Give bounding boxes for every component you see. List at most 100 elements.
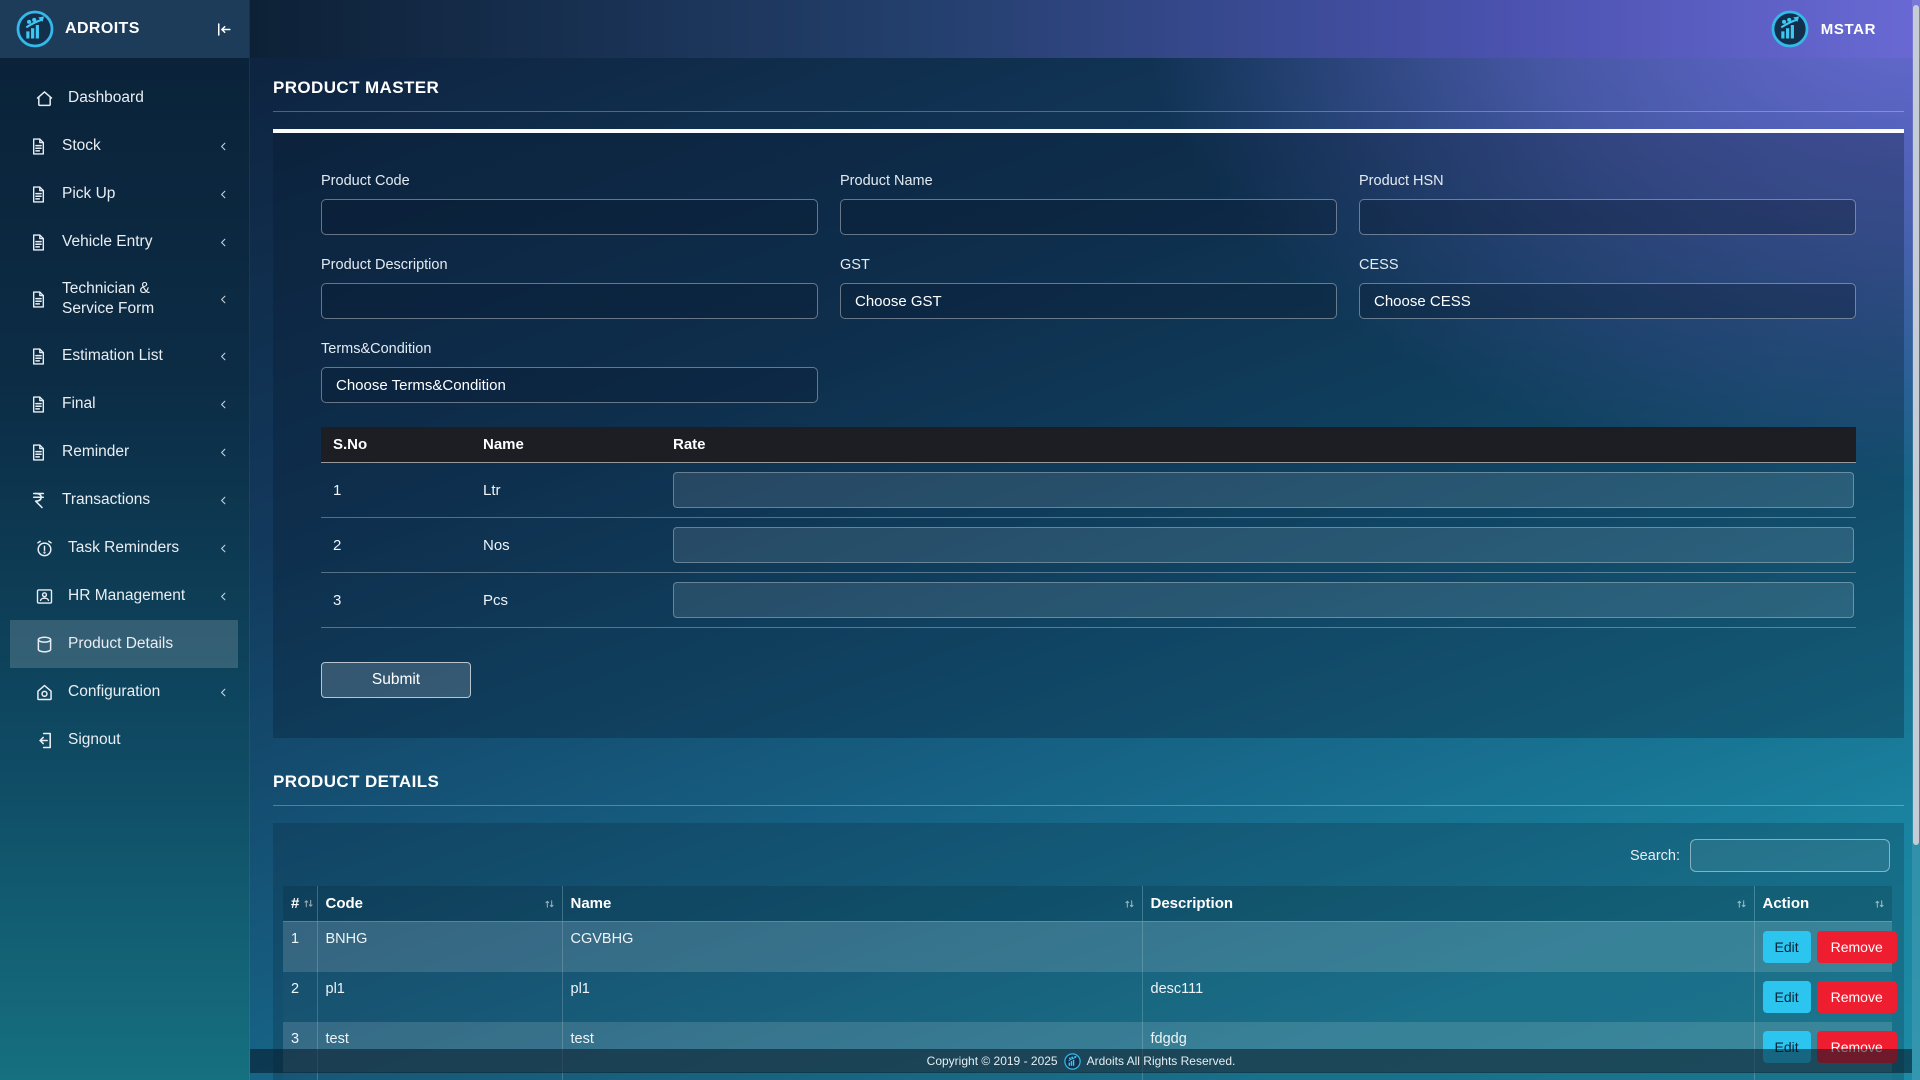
- chevron-left-icon[interactable]: [217, 188, 230, 201]
- sidebar-item-label: Final: [62, 394, 96, 414]
- unit-rate-input[interactable]: [673, 582, 1854, 618]
- sidebar-item-label: HR Management: [68, 586, 185, 606]
- gst-field: GST Choose GST: [840, 257, 1337, 319]
- chevron-left-icon[interactable]: [217, 140, 230, 153]
- cell-description: [1142, 1072, 1754, 1080]
- table-row: 1BNHGCGVBHGEditRemove: [283, 922, 1892, 973]
- sidebar-item-label: Estimation List: [62, 346, 163, 366]
- chevron-left-icon[interactable]: [217, 293, 230, 306]
- sidebar-item-product-details[interactable]: Product Details: [10, 620, 238, 668]
- sort-icon[interactable]: [1873, 897, 1886, 910]
- database-icon: [33, 633, 55, 655]
- scrollbar-thumb[interactable]: [1913, 5, 1919, 845]
- table-row: 4121212121121EditRemove: [283, 1072, 1892, 1080]
- product-table-header-row: #CodeNameDescriptionAction: [283, 886, 1892, 922]
- product-hsn-input[interactable]: [1359, 199, 1856, 235]
- collapse-sidebar-icon[interactable]: [214, 20, 233, 39]
- unit-rate-input[interactable]: [673, 527, 1854, 563]
- sidebar: ADROITS Dashboard StockPick UpVehicle Ent…: [0, 0, 250, 1080]
- sidebar-item-label: Transactions: [62, 490, 150, 510]
- home-gear-icon: [33, 681, 55, 703]
- cell-description: [1142, 922, 1754, 973]
- chevron-left-icon[interactable]: [217, 590, 230, 603]
- edit-button[interactable]: Edit: [1763, 931, 1811, 963]
- sidebar-item-reminder[interactable]: Reminder: [10, 428, 238, 476]
- column-header-action[interactable]: Action: [1754, 886, 1892, 922]
- cell-name: 2121121: [562, 1072, 1142, 1080]
- unit-rate-input[interactable]: [673, 472, 1854, 508]
- product-code-input[interactable]: [321, 199, 818, 235]
- cess-select[interactable]: Choose CESS: [1359, 283, 1856, 319]
- user-name: MSTAR: [1821, 21, 1876, 38]
- copyright-text-before: Copyright © 2019 - 2025: [927, 1054, 1058, 1068]
- table-row: 2pl1pl1desc111EditRemove: [283, 972, 1892, 1022]
- cell-name: CGVBHG: [562, 922, 1142, 973]
- sort-icon[interactable]: [1735, 897, 1748, 910]
- unit-sno: 2: [321, 537, 471, 554]
- cess-selected-value: Choose CESS: [1374, 293, 1471, 310]
- sidebar-item-vehicle-entry[interactable]: Vehicle Entry: [10, 218, 238, 266]
- cess-field: CESS Choose CESS: [1359, 257, 1856, 319]
- sidebar-header: ADROITS: [0, 0, 249, 58]
- document-icon: [27, 345, 49, 367]
- main-area: PRODUCT MASTER Product Code Product Name…: [250, 58, 1920, 1080]
- units-table-body: 1Ltr2Nos3Pcs: [321, 463, 1856, 628]
- chevron-left-icon[interactable]: [217, 446, 230, 459]
- sidebar-item-configuration[interactable]: Configuration: [10, 668, 238, 716]
- sidebar-item-transactions[interactable]: Transactions: [10, 476, 238, 524]
- gst-label: GST: [840, 257, 1337, 273]
- search-row: Search:: [283, 839, 1890, 872]
- chevron-left-icon[interactable]: [217, 494, 230, 507]
- sidebar-item-final[interactable]: Final: [10, 380, 238, 428]
- units-header-cell: Name: [471, 436, 661, 453]
- unit-name: Pcs: [471, 592, 661, 609]
- page-scrollbar: [1912, 0, 1920, 1080]
- product-details-section: PRODUCT DETAILS Search: #CodeNameDescrip…: [273, 772, 1904, 1080]
- column-header-name[interactable]: Name: [562, 886, 1142, 922]
- rupee-icon: [27, 489, 49, 511]
- gst-select[interactable]: Choose GST: [840, 283, 1337, 319]
- units-header-cell: Rate: [661, 436, 1856, 453]
- sort-icon[interactable]: [1123, 897, 1136, 910]
- edit-button[interactable]: Edit: [1763, 981, 1811, 1013]
- search-input[interactable]: [1690, 839, 1890, 872]
- chevron-left-icon[interactable]: [217, 398, 230, 411]
- cell-code: pl1: [317, 972, 562, 1022]
- sidebar-item-signout[interactable]: Signout: [10, 716, 238, 764]
- chevron-left-icon[interactable]: [217, 350, 230, 363]
- remove-button[interactable]: Remove: [1817, 981, 1897, 1013]
- terms-select[interactable]: Choose Terms&Condition: [321, 367, 818, 403]
- sidebar-item-pick-up[interactable]: Pick Up: [10, 170, 238, 218]
- sidebar-item-dashboard[interactable]: Dashboard: [10, 74, 238, 122]
- submit-button[interactable]: Submit: [321, 662, 471, 698]
- column-header-code[interactable]: Code: [317, 886, 562, 922]
- document-icon: [27, 231, 49, 253]
- chevron-left-icon[interactable]: [217, 686, 230, 699]
- sidebar-item-technician-service-form[interactable]: Technician & Service Form: [10, 266, 238, 332]
- sidebar-item-estimation-list[interactable]: Estimation List: [10, 332, 238, 380]
- brand-name: ADROITS: [65, 20, 140, 38]
- product-name-input[interactable]: [840, 199, 1337, 235]
- home-icon: [33, 87, 55, 109]
- divider: [273, 111, 1904, 112]
- remove-button[interactable]: Remove: [1817, 931, 1897, 963]
- column-header-description[interactable]: Description: [1142, 886, 1754, 922]
- footer-copyright: Copyright © 2019 - 2025 Ardoits All Righ…: [250, 1049, 1912, 1073]
- product-description-field: Product Description: [321, 257, 818, 319]
- sidebar-item-label: Dashboard: [68, 88, 144, 108]
- sort-icon[interactable]: [543, 897, 556, 910]
- sidebar-item-hr-management[interactable]: HR Management: [10, 572, 238, 620]
- sidebar-item-stock[interactable]: Stock: [10, 122, 238, 170]
- sidebar-item-task-reminders[interactable]: Task Reminders: [10, 524, 238, 572]
- units-header-cell: S.No: [321, 436, 471, 453]
- product-description-input[interactable]: [321, 283, 818, 319]
- unit-row: 1Ltr: [321, 463, 1856, 518]
- product-master-form: Product Code Product Name Product HSN Pr…: [321, 173, 1856, 403]
- column-header-sno[interactable]: #: [283, 886, 317, 922]
- chevron-left-icon[interactable]: [217, 542, 230, 555]
- product-hsn-label: Product HSN: [1359, 173, 1856, 189]
- cell-sno: 1: [283, 922, 317, 973]
- sort-icon[interactable]: [302, 897, 315, 910]
- chevron-left-icon[interactable]: [217, 236, 230, 249]
- product-name-field: Product Name: [840, 173, 1337, 235]
